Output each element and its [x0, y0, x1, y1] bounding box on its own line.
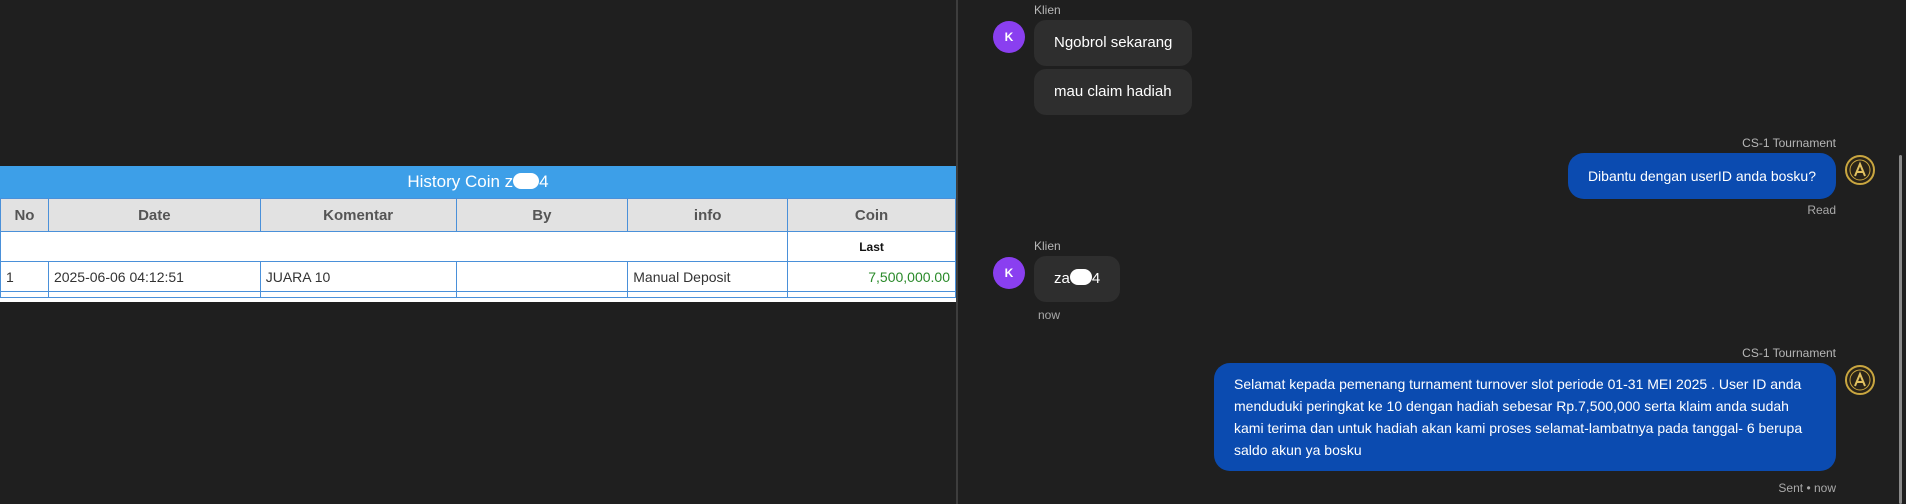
- history-table: No Date Komentar By info Coin Last 1 202…: [0, 198, 956, 298]
- cell-by: [455, 261, 629, 292]
- history-coin-panel: History Coin z 4 No Date Komentar By info…: [0, 166, 956, 302]
- message-in-3-suffix: 4: [1091, 270, 1101, 287]
- column-header-date[interactable]: Date: [47, 198, 261, 232]
- table-row: 1 2025-06-06 04:12:51 JUARA 10 Manual De…: [0, 261, 956, 292]
- cell-no: 1: [0, 261, 49, 292]
- message-status-sent: Sent • now: [1778, 481, 1836, 495]
- agent-avatar-icon: [1845, 155, 1875, 185]
- client-avatar: K: [993, 257, 1025, 289]
- column-header-info[interactable]: info: [627, 198, 789, 232]
- message-in-3-prefix: za: [1054, 270, 1070, 287]
- message-out-2: Selamat kepada pemenang turnament turnov…: [1214, 363, 1836, 471]
- subheader-last: Last: [787, 231, 956, 262]
- column-header-coin[interactable]: Coin: [787, 198, 956, 232]
- sender-name-agent: CS-1 Tournament: [1742, 346, 1836, 360]
- sender-name-agent: CS-1 Tournament: [1742, 136, 1836, 150]
- left-pane: History Coin z 4 No Date Komentar By info…: [0, 0, 956, 504]
- redaction-mark: [513, 173, 540, 189]
- column-header-komentar[interactable]: Komentar: [259, 198, 457, 232]
- message-time: now: [1038, 308, 1061, 322]
- message-in-3: za 4: [1034, 256, 1121, 302]
- history-title-suffix: 4: [539, 172, 549, 191]
- subheader-spacer: [0, 231, 789, 262]
- sender-name-client: Klien: [1034, 3, 1061, 17]
- history-title: History Coin z 4: [0, 166, 956, 198]
- sender-name-client: Klien: [1034, 239, 1061, 253]
- message-in-2: mau claim hadiah: [1034, 69, 1192, 115]
- message-out-1: Dibantu dengan userID anda bosku?: [1567, 153, 1836, 199]
- cell-info: Manual Deposit: [627, 261, 789, 292]
- cell-komentar: JUARA 10: [259, 261, 457, 292]
- table-row-partial: [0, 291, 956, 298]
- message-in-1: Ngobrol sekarang: [1034, 20, 1193, 66]
- agent-avatar-icon: [1845, 365, 1875, 395]
- column-header-no[interactable]: No: [0, 198, 49, 232]
- column-header-by[interactable]: By: [455, 198, 629, 232]
- table-subheader-row: Last: [0, 231, 956, 262]
- chat-scrollbar[interactable]: [1899, 155, 1902, 504]
- history-title-prefix: History Coin z: [407, 172, 514, 191]
- redaction-mark: [1069, 269, 1092, 285]
- message-status-read: Read: [1807, 203, 1836, 217]
- chat-pane: Klien K Ngobrol sekarang mau claim hadia…: [958, 0, 1906, 504]
- table-header-row: No Date Komentar By info Coin: [0, 198, 956, 232]
- client-avatar: K: [993, 21, 1025, 53]
- cell-date: 2025-06-06 04:12:51: [47, 261, 261, 292]
- cell-coin: 7,500,000.00: [787, 261, 956, 292]
